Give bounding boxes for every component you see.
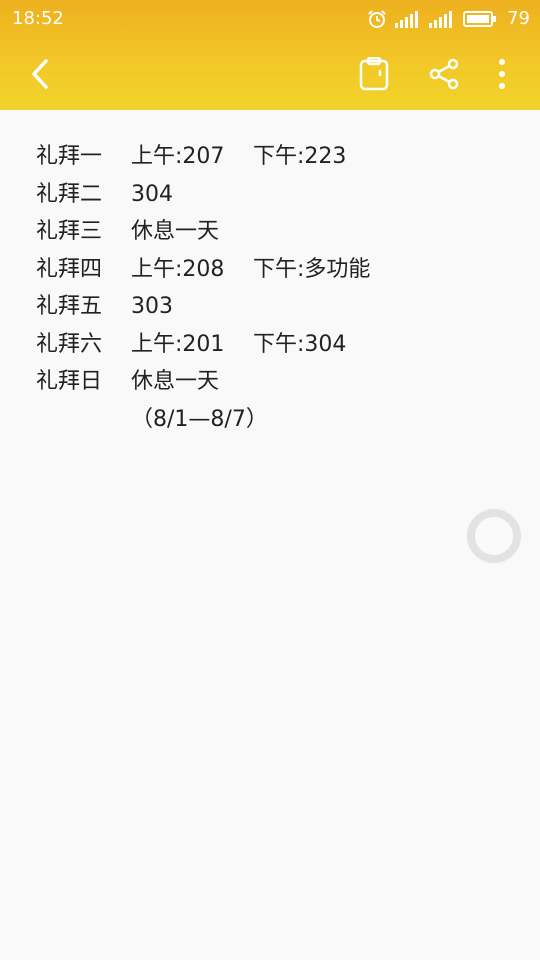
status-icons: 79 <box>367 8 530 29</box>
schedule-row: 礼拜五 303 <box>36 288 516 326</box>
signal-icon-2 <box>429 10 453 28</box>
afternoon-room: 下午:多功能 <box>253 256 371 282</box>
schedule-row: 礼拜二 304 <box>36 176 516 214</box>
day-label: 礼拜一 <box>36 144 103 169</box>
back-button[interactable] <box>20 54 60 94</box>
day-label: 礼拜二 <box>36 181 103 207</box>
day-label: 礼拜三 <box>36 219 103 244</box>
morning-room: 上午:208 <box>131 256 225 282</box>
schedule-row: 礼拜四 上午:208 下午:多功能 <box>36 251 516 289</box>
note-content[interactable]: 礼拜一 上午:207 下午:223 礼拜二 304 礼拜三 休息一天 礼拜四 上… <box>36 138 516 438</box>
status-time: 18:52 <box>12 8 64 29</box>
share-icon <box>429 58 459 90</box>
schedule-row: 礼拜日 休息一天 <box>36 363 516 401</box>
share-button[interactable] <box>424 54 464 94</box>
alarm-icon <box>368 9 386 28</box>
chevron-left-icon <box>32 59 48 89</box>
clipboard-icon <box>359 57 389 91</box>
more-options-button[interactable] <box>482 54 522 94</box>
schedule-row: 礼拜六 上午:201 下午:304 <box>36 326 516 364</box>
status-bar: 18:52 79 <box>0 0 540 38</box>
app-header: 18:52 79 <box>0 0 540 110</box>
day-label: 礼拜五 <box>36 294 103 319</box>
clipboard-button[interactable] <box>354 54 394 94</box>
date-range-note: （8/1—8/7） <box>131 406 268 432</box>
room: 休息一天 <box>131 369 220 394</box>
morning-room: 上午:201 <box>131 331 225 357</box>
day-label: 礼拜六 <box>36 331 103 357</box>
toolbar <box>0 44 540 104</box>
battery-level: 79 <box>507 8 530 29</box>
morning-room: 上午:207 <box>131 144 225 169</box>
room: 304 <box>131 181 173 207</box>
schedule-row: 礼拜三 休息一天 <box>36 213 516 251</box>
signal-icon-1 <box>395 10 419 28</box>
room: 303 <box>131 294 173 319</box>
afternoon-room: 下午:223 <box>253 144 347 169</box>
schedule-row: 礼拜一 上午:207 下午:223 <box>36 138 516 176</box>
battery-icon <box>463 10 497 27</box>
day-label: 礼拜日 <box>36 369 103 394</box>
afternoon-room: 下午:304 <box>253 331 347 357</box>
floating-assist-button[interactable] <box>467 509 521 563</box>
room: 休息一天 <box>131 219 220 244</box>
day-label: 礼拜四 <box>36 256 103 282</box>
more-vertical-icon <box>499 59 505 89</box>
